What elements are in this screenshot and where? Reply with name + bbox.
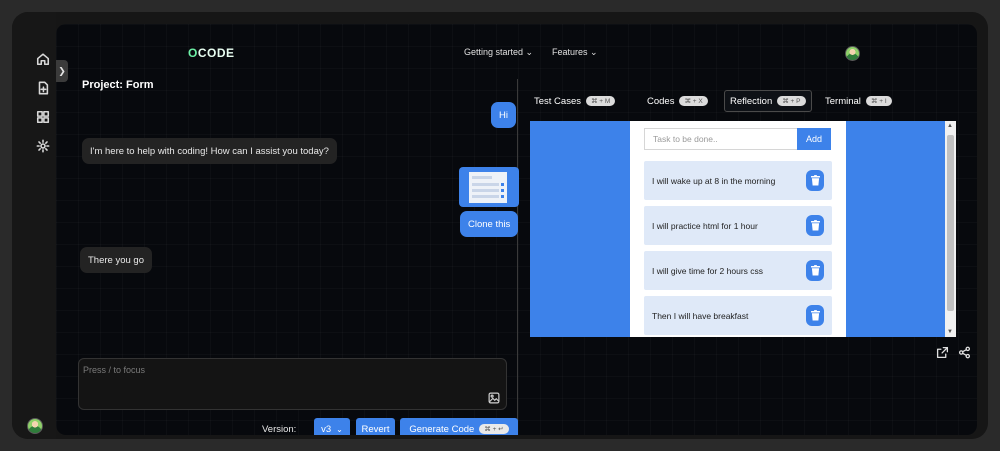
- logo-accent-letter: O: [188, 46, 198, 60]
- list-item: Then I will have breakfast: [644, 296, 832, 335]
- scroll-up-icon[interactable]: ▲: [947, 123, 953, 129]
- share-icon[interactable]: [958, 346, 971, 359]
- panel-divider[interactable]: [517, 79, 518, 435]
- list-item: I will give time for 2 hours css: [644, 251, 832, 290]
- task-input[interactable]: [644, 128, 798, 150]
- chevron-down-icon: ⌄: [336, 424, 343, 434]
- apps-icon[interactable]: [36, 110, 50, 124]
- generate-code-button[interactable]: Generate Code ⌘ + ↵: [400, 418, 518, 435]
- version-select[interactable]: v3 ⌄: [314, 418, 350, 435]
- shortcut-badge: ⌘ + P: [777, 96, 806, 106]
- home-icon[interactable]: [36, 52, 50, 66]
- trash-icon[interactable]: [806, 170, 824, 191]
- chat-message-user: Clone this: [460, 211, 519, 237]
- tab-label: Terminal: [825, 95, 861, 107]
- page-title: Project: Form: [82, 79, 154, 91]
- tab-label: Reflection: [730, 95, 773, 107]
- chat-message-bot: I'm here to help with coding! How can I …: [82, 138, 337, 164]
- list-item: I will wake up at 8 in the morning: [644, 161, 832, 200]
- scroll-thumb[interactable]: [947, 135, 954, 311]
- tab-reflection[interactable]: Reflection ⌘ + P: [724, 90, 812, 112]
- new-file-icon[interactable]: [36, 81, 50, 95]
- chat-message-user: Hi: [491, 102, 516, 128]
- prompt-input[interactable]: [83, 363, 483, 377]
- scroll-down-icon[interactable]: ▼: [947, 329, 953, 335]
- list-item: I will practice html for 1 hour: [644, 206, 832, 245]
- tab-label: Test Cases: [534, 95, 581, 107]
- todo-text: Then I will have breakfast: [652, 310, 749, 321]
- prompt-box: [78, 358, 507, 410]
- shortcut-badge: ⌘ + X: [679, 96, 708, 106]
- preview-scrollbar[interactable]: ▲ ▼: [945, 121, 956, 337]
- chat-message-bot: There you go: [80, 247, 152, 273]
- user-avatar[interactable]: [27, 418, 43, 434]
- todo-app: Add I will wake up at 8 in the morning I…: [630, 121, 846, 337]
- todo-text: I will give time for 2 hours css: [652, 265, 764, 276]
- todo-text: I will practice html for 1 hour: [652, 220, 758, 231]
- shortcut-badge: ⌘ + M: [586, 96, 616, 106]
- image-upload-icon[interactable]: [488, 391, 500, 404]
- nav-getting-started[interactable]: Getting started ⌄: [464, 47, 533, 58]
- revert-button[interactable]: Revert: [356, 418, 395, 435]
- nav-features[interactable]: Features ⌄: [552, 47, 598, 58]
- todo-text: I will wake up at 8 in the morning: [652, 175, 776, 186]
- add-task-button[interactable]: Add: [797, 128, 831, 150]
- left-rail: [12, 12, 56, 439]
- trash-icon[interactable]: [806, 260, 824, 281]
- tab-label: Codes: [647, 95, 675, 107]
- shortcut-badge: ⌘ + I: [865, 96, 892, 106]
- app-logo[interactable]: OCODE: [188, 46, 235, 60]
- trash-icon[interactable]: [806, 305, 824, 326]
- tab-test-cases[interactable]: Test Cases ⌘ + M: [529, 90, 620, 112]
- header-avatar[interactable]: [845, 46, 860, 61]
- attached-screenshot-thumbnail[interactable]: [459, 167, 519, 207]
- collapse-sidebar-button[interactable]: ❯: [56, 60, 68, 82]
- main-panel: ❯ OCODE Getting started ⌄ Features ⌄ Pro…: [56, 24, 977, 435]
- shortcut-badge: ⌘ + ↵: [479, 424, 509, 434]
- settings-icon[interactable]: [36, 139, 50, 153]
- app-frame: ❯ OCODE Getting started ⌄ Features ⌄ Pro…: [12, 12, 988, 439]
- tab-terminal[interactable]: Terminal ⌘ + I: [820, 90, 897, 112]
- preview-frame: Add I will wake up at 8 in the morning I…: [530, 121, 956, 337]
- version-label: Version:: [262, 424, 297, 435]
- generate-code-label: Generate Code: [409, 423, 475, 435]
- version-value: v3: [321, 423, 332, 435]
- open-external-icon[interactable]: [936, 346, 949, 359]
- tab-codes[interactable]: Codes ⌘ + X: [642, 90, 713, 112]
- trash-icon[interactable]: [806, 215, 824, 236]
- logo-text: CODE: [197, 46, 235, 60]
